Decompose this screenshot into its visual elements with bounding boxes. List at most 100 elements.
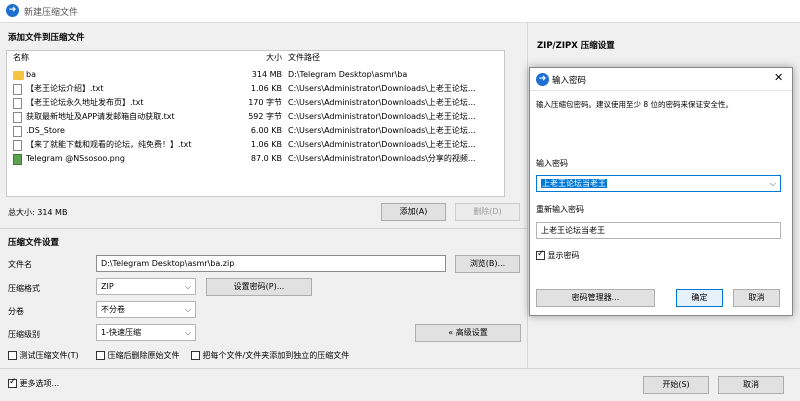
app-logo-icon: ➜ xyxy=(536,73,549,86)
file-name: 【来了就能下载和观看的论坛，纯免费！】.txt xyxy=(26,140,192,149)
column-name[interactable]: 名称 xyxy=(13,51,29,65)
file-size: 1.06 KB xyxy=(250,140,282,149)
test-archive-label: 测试压缩文件(T) xyxy=(19,351,79,360)
file-path: C:\Users\Administrator\Downloads\上老王论坛..… xyxy=(288,84,476,93)
show-password-checkbox[interactable] xyxy=(536,249,545,260)
cancel-button[interactable]: 取消 xyxy=(718,376,784,394)
dialog-title: 输入密码 xyxy=(552,76,587,86)
title-bar: ➜ 新建压缩文件 xyxy=(0,0,800,23)
test-archive-checkbox[interactable] xyxy=(8,351,17,360)
file-list[interactable]: 名称 大小 文件路径 ba 314 MB D:\Telegram Desktop… xyxy=(6,50,505,197)
chevron-down-icon: ⌵ xyxy=(184,282,191,291)
show-password-option[interactable]: 显示密码 xyxy=(536,249,580,261)
file-size: 1.06 KB xyxy=(250,84,282,93)
format-label: 压缩格式 xyxy=(8,284,40,293)
separate-archives-option[interactable]: 把每个文件/文件夹添加到独立的压缩文件 xyxy=(191,350,349,361)
file-row[interactable]: .DS_Store 6.00 KB C:\Users\Administrator… xyxy=(7,124,504,138)
chevron-down-icon: ⌵ xyxy=(184,305,191,314)
text-file-icon xyxy=(13,84,22,95)
close-icon[interactable]: ✕ xyxy=(774,71,783,84)
more-options-checkbox[interactable] xyxy=(8,377,17,388)
delete-original-checkbox[interactable] xyxy=(96,351,105,360)
password-value: 上老王论坛当老王 xyxy=(541,179,607,188)
column-path[interactable]: 文件路径 xyxy=(288,51,320,65)
text-file-icon xyxy=(13,98,22,109)
advanced-settings-button[interactable]: « 高级设置 xyxy=(415,324,521,342)
file-size: 6.00 KB xyxy=(250,126,282,135)
file-icon xyxy=(13,126,22,137)
file-path: C:\Users\Administrator\Downloads\分享的视频..… xyxy=(288,154,476,163)
files-section-header: 添加文件到压缩文件 xyxy=(8,33,85,43)
filename-input[interactable]: D:\Telegram Desktop\asmr\ba.zip xyxy=(96,255,446,272)
dialog-description: 输入压缩包密码。建议使用至少 8 位的密码来保证安全性。 xyxy=(536,100,734,109)
password-label: 输入密码 xyxy=(536,159,568,168)
file-name: .DS_Store xyxy=(26,126,65,135)
file-size: 592 字节 xyxy=(248,112,282,121)
window-title: 新建压缩文件 xyxy=(24,8,79,18)
file-list-header: 名称 大小 文件路径 xyxy=(7,51,504,65)
set-password-button[interactable]: 设置密码(P)... xyxy=(206,278,312,296)
add-button[interactable]: 添加(A) xyxy=(381,203,446,221)
file-path: C:\Users\Administrator\Downloads\上老王论坛..… xyxy=(288,126,476,135)
browse-button[interactable]: 浏览(B)... xyxy=(455,255,520,273)
file-name: Telegram @NSsosoo.png xyxy=(26,154,125,163)
file-path: C:\Users\Administrator\Downloads\上老王论坛..… xyxy=(288,140,476,149)
more-options[interactable]: 更多选项... xyxy=(8,377,60,389)
format-value: ZIP xyxy=(101,282,114,291)
panel-separator xyxy=(527,23,528,368)
divider xyxy=(0,368,800,369)
split-label: 分卷 xyxy=(8,307,24,316)
app-logo-icon: ➜ xyxy=(6,4,19,17)
file-name: ba xyxy=(26,70,36,79)
file-row[interactable]: 【来了就能下载和观看的论坛，纯免费！】.txt 1.06 KB C:\Users… xyxy=(7,138,504,152)
reenter-password-input[interactable]: 上老王论坛当老王 xyxy=(536,222,781,239)
delete-original-label: 压缩后删除原始文件 xyxy=(107,351,180,360)
level-value: 1-快速压缩 xyxy=(101,328,141,337)
dialog-cancel-button[interactable]: 取消 xyxy=(733,289,780,307)
delete-button[interactable]: 删除(D) xyxy=(455,203,520,221)
text-file-icon xyxy=(13,112,22,123)
more-options-label: 更多选项... xyxy=(19,379,60,388)
file-size: 87.0 KB xyxy=(250,154,282,163)
file-row[interactable]: Telegram @NSsosoo.png 87.0 KB C:\Users\A… xyxy=(7,152,504,166)
total-size: 总大小: 314 MB xyxy=(8,208,68,217)
split-select[interactable]: 不分卷 ⌵ xyxy=(96,301,196,318)
password-input[interactable]: 上老王论坛当老王 ⌵ xyxy=(536,175,781,192)
file-size: 170 字节 xyxy=(248,98,282,107)
reenter-password-label: 重新输入密码 xyxy=(536,205,584,214)
test-archive-option[interactable]: 测试压缩文件(T) xyxy=(8,350,79,361)
file-name: 获取最新地址及APP请发邮箱自动获取.txt xyxy=(26,112,175,121)
separate-archives-label: 把每个文件/文件夹添加到独立的压缩文件 xyxy=(202,351,350,360)
settings-section-header: 压缩文件设置 xyxy=(8,238,60,248)
chevron-down-icon[interactable]: ⌵ xyxy=(770,176,776,191)
show-password-label: 显示密码 xyxy=(547,251,580,260)
file-row[interactable]: 【老王论坛介绍】.txt 1.06 KB C:\Users\Administra… xyxy=(7,82,504,96)
zip-settings-header: ZIP/ZIPX 压缩设置 xyxy=(537,41,615,51)
filename-label: 文件名 xyxy=(8,260,32,269)
separate-archives-checkbox[interactable] xyxy=(191,351,200,360)
column-size[interactable]: 大小 xyxy=(222,51,282,65)
file-size: 314 MB xyxy=(251,70,282,79)
password-manager-button[interactable]: 密码管理器... xyxy=(536,289,655,307)
level-select[interactable]: 1-快速压缩 ⌵ xyxy=(96,324,196,341)
file-name: 【老王论坛永久地址发布页】.txt xyxy=(26,98,144,107)
file-row[interactable]: 获取最新地址及APP请发邮箱自动获取.txt 592 字节 C:\Users\A… xyxy=(7,110,504,124)
file-row[interactable]: ba 314 MB D:\Telegram Desktop\asmr\ba xyxy=(7,68,504,82)
folder-icon xyxy=(13,71,24,80)
ok-button[interactable]: 确定 xyxy=(676,289,723,307)
dialog-title-bar: ➜ 输入密码 ✕ xyxy=(530,68,792,91)
delete-original-option[interactable]: 压缩后删除原始文件 xyxy=(96,350,180,361)
file-path: D:\Telegram Desktop\asmr\ba xyxy=(288,70,408,79)
image-file-icon xyxy=(13,154,22,165)
text-file-icon xyxy=(13,140,22,151)
split-value: 不分卷 xyxy=(101,305,125,314)
divider xyxy=(0,228,527,229)
file-path: C:\Users\Administrator\Downloads\上老王论坛..… xyxy=(288,112,476,121)
file-row[interactable]: 【老王论坛永久地址发布页】.txt 170 字节 C:\Users\Admini… xyxy=(7,96,504,110)
format-select[interactable]: ZIP ⌵ xyxy=(96,278,196,295)
file-path: C:\Users\Administrator\Downloads\上老王论坛..… xyxy=(288,98,476,107)
file-name: 【老王论坛介绍】.txt xyxy=(26,84,104,93)
start-button[interactable]: 开始(S) xyxy=(643,376,709,394)
level-label: 压缩级别 xyxy=(8,330,40,339)
password-dialog: ➜ 输入密码 ✕ 输入压缩包密码。建议使用至少 8 位的密码来保证安全性。 输入… xyxy=(529,67,793,316)
